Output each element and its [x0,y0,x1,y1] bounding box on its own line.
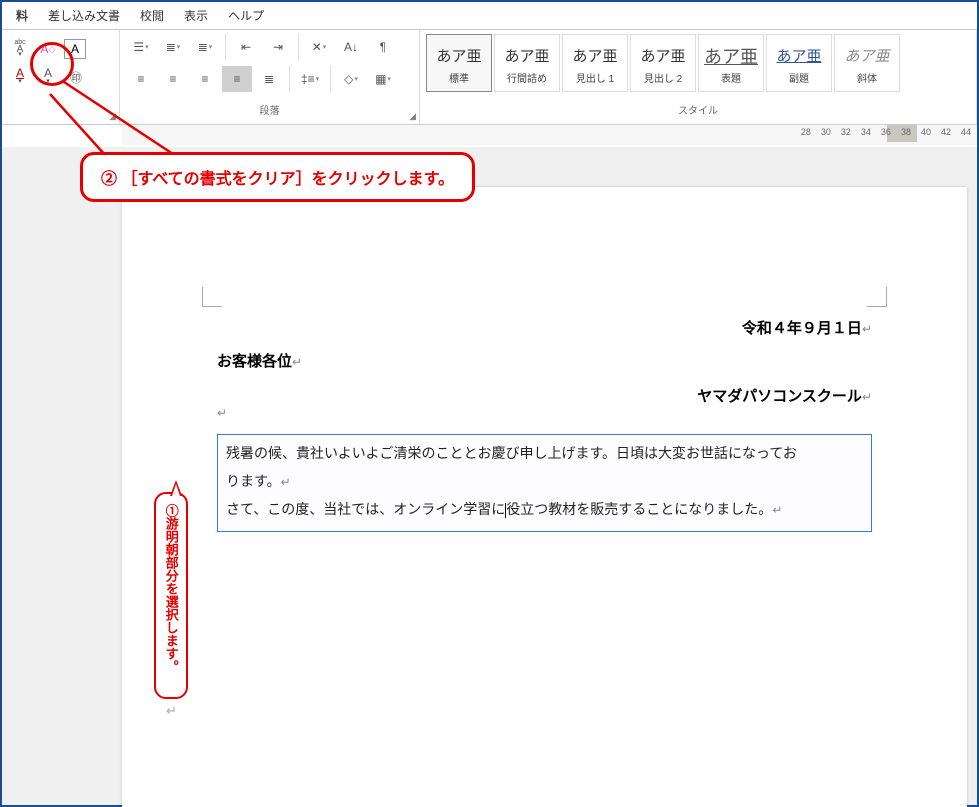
show-marks-button[interactable]: ¶ [368,34,398,60]
tab-help[interactable]: ヘルプ [218,3,274,28]
annotation-side-callout: ①游明朝部分を選択します。 ↵ [154,492,188,699]
character-border-button[interactable]: A [64,39,86,59]
styles-group-label: スタイル [426,104,970,120]
return-mark: ↵ [862,322,872,336]
align-center-button[interactable]: ≡ [158,66,188,92]
margin-corner-tr [867,287,887,307]
clear-formatting-button[interactable]: A◇ [36,38,60,60]
ribbon: abcA▾ A◇ A A▾ A▾ ㊞ ◢ ☰▾ ≣▾ ≣▾ ⇤ ⇥ ✕▾ [2,30,977,125]
paragraph-group-label: 段落 [126,104,413,120]
document-page[interactable]: 令和４年９月１日↵ お客様各位↵ ヤマダパソコンスクール↵ ↵ 残暑の候、貴社い… [122,187,967,807]
blank-line: ↵ [217,406,872,420]
line-spacing-button[interactable]: ‡≡▾ [295,66,325,92]
asian-layout-button[interactable]: ✕▾ [304,34,334,60]
enclose-characters-button[interactable]: ㊞ [64,66,88,88]
multilevel-list-button[interactable]: ≣▾ [190,34,220,60]
document-body[interactable]: 令和４年９月１日↵ お客様各位↵ ヤマダパソコンスクール↵ ↵ 残暑の候、貴社い… [217,317,872,532]
style-heading2[interactable]: あア亜見出し 2 [630,34,696,92]
selected-paragraph[interactable]: 残暑の候、貴社いよいよご清栄のこととお慶び申し上げます。日頃は大変お世話になって… [217,434,872,532]
body-line-2[interactable]: ります。 [226,475,281,490]
font-group-label [8,104,113,120]
paragraph-dialog-launcher[interactable]: ◢ [409,111,416,122]
return-mark: ↵ [862,390,872,404]
align-left-button[interactable]: ≡ [126,66,156,92]
annotation-side-tail [170,480,182,496]
style-normal[interactable]: あア亜標準 [426,34,492,92]
paragraph-group: ☰▾ ≣▾ ≣▾ ⇤ ⇥ ✕▾ A↓ ¶ ≡ ≡ ≡ ≡ ≣ ‡≡▾ ◇▾ [120,30,420,124]
font-group: abcA▾ A◇ A A▾ A▾ ㊞ ◢ [2,30,120,124]
body-line-3a[interactable]: さて、この度、当社では、オンライン学習に [226,503,505,518]
doc-sender[interactable]: ヤマダパソコンスクール↵ [217,385,872,406]
style-heading1[interactable]: あア亜見出し 1 [562,34,628,92]
tab-review[interactable]: 校閲 [130,3,174,28]
doc-date[interactable]: 令和４年９月１日↵ [217,317,872,338]
tab-partial[interactable]: 料 [6,3,38,28]
borders-button[interactable]: ▦▾ [368,66,398,92]
margin-corner-tl [202,287,222,307]
ribbon-tabs: 料 差し込み文書 校閲 表示 ヘルプ [2,2,977,30]
ruler: 283032343638404244 [122,125,977,145]
decrease-indent-button[interactable]: ⇤ [231,34,261,60]
justify-button[interactable]: ≡ [222,66,252,92]
style-subtitle[interactable]: あア亜副題 [766,34,832,92]
annotation-main-callout: ② ［すべての書式をクリア］をクリックします。 [80,152,475,202]
sort-button[interactable]: A↓ [336,34,366,60]
annotation-main-text: ② ［すべての書式をクリア］をクリックします。 [101,171,454,188]
phonetic-guide-button[interactable]: abcA▾ [8,38,32,60]
body-line-3b[interactable]: 役立つ教材を販売することになりました。 [506,503,772,518]
tab-mailings[interactable]: 差し込み文書 [38,3,130,28]
font-color-button[interactable]: A▾ [8,66,32,88]
tab-view[interactable]: 表示 [174,3,218,28]
font-dialog-launcher[interactable]: ◢ [109,111,116,122]
increase-indent-button[interactable]: ⇥ [263,34,293,60]
ruler-ticks: 283032343638404244 [799,127,973,137]
doc-addressee[interactable]: お客様各位↵ [217,350,872,371]
bullets-button[interactable]: ☰▾ [126,34,156,60]
style-gallery: あア亜標準 あア亜行間詰め あア亜見出し 1 あア亜見出し 2 あア亜表題 あア… [426,34,900,92]
return-mark: ↵ [166,703,177,719]
style-title[interactable]: あア亜表題 [698,34,764,92]
document-workspace: 令和４年９月１日↵ お客様各位↵ ヤマダパソコンスクール↵ ↵ 残暑の候、貴社い… [2,147,977,805]
align-right-button[interactable]: ≡ [190,66,220,92]
shading-button[interactable]: ◇▾ [336,66,366,92]
annotation-side-text: ①游明朝部分を選択します。 [163,504,179,673]
text-highlight-button[interactable]: A▾ [36,66,60,88]
style-nospacing[interactable]: あア亜行間詰め [494,34,560,92]
styles-group: あア亜標準 あア亜行間詰め あア亜見出し 1 あア亜見出し 2 あア亜表題 あア… [420,30,977,124]
style-italic[interactable]: あア亜斜体 [834,34,900,92]
body-line-1[interactable]: 残暑の候、貴社いよいよご清栄のこととお慶び申し上げます。日頃は大変お世話になって… [226,447,797,462]
return-mark: ↵ [292,355,302,369]
numbering-button[interactable]: ≣▾ [158,34,188,60]
distributed-button[interactable]: ≣ [254,66,284,92]
